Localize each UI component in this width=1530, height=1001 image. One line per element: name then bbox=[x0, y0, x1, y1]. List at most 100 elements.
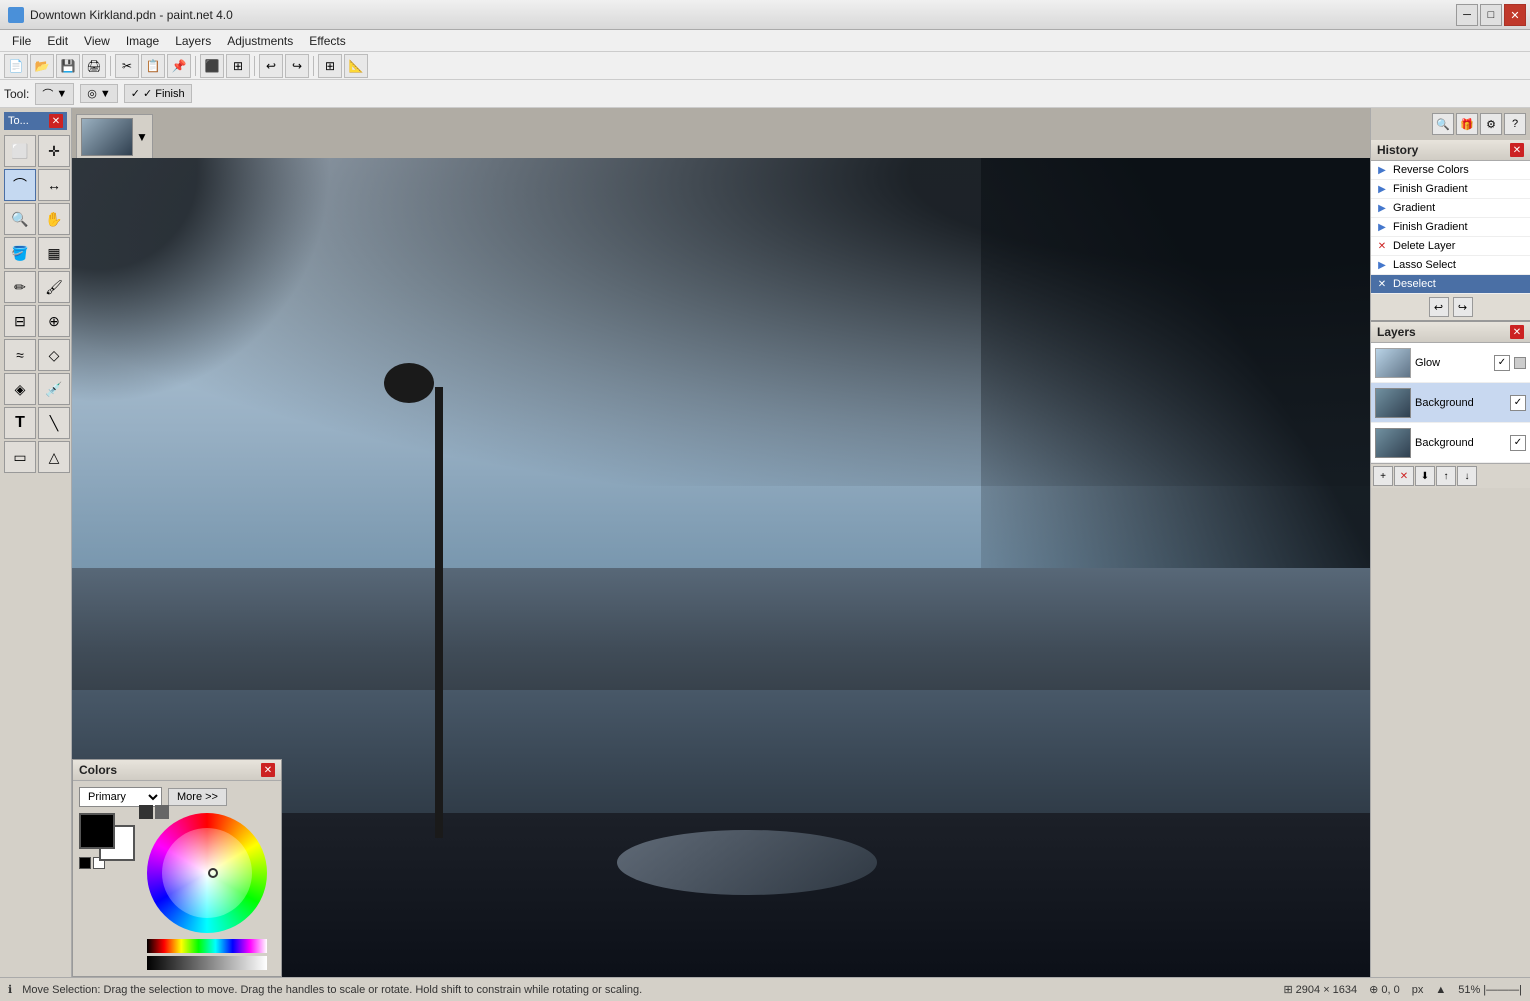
menu-effects[interactable]: Effects bbox=[301, 32, 353, 50]
colors-close-button[interactable]: ✕ bbox=[261, 763, 275, 777]
cut-button[interactable]: ✂ bbox=[115, 54, 139, 78]
print-button[interactable]: 🖨 bbox=[82, 54, 106, 78]
finish-button[interactable]: ✓ ✓ Finish bbox=[124, 84, 192, 103]
history-item[interactable]: ▶ Finish Gradient bbox=[1371, 180, 1530, 199]
history-panel: History ✕ ▶ Reverse Colors ▶ Finish Grad… bbox=[1371, 140, 1530, 321]
sharpen-tool[interactable]: ◇ bbox=[38, 339, 70, 371]
history-item[interactable]: ▶ Gradient bbox=[1371, 199, 1530, 218]
eraser-tool[interactable]: ⊟ bbox=[4, 305, 36, 337]
reset-colors-button[interactable] bbox=[155, 805, 169, 819]
delete-layer-button[interactable]: ✕ bbox=[1394, 466, 1414, 486]
recolor-tool[interactable]: ◈ bbox=[4, 373, 36, 405]
move-selection-tool[interactable]: ↔ bbox=[38, 169, 70, 201]
tools-panel-close[interactable]: ✕ bbox=[49, 114, 63, 128]
move-layer-down-button[interactable]: ↓ bbox=[1457, 466, 1477, 486]
pencil-tool[interactable]: ✏ bbox=[4, 271, 36, 303]
open-file-button[interactable]: 📂 bbox=[30, 54, 54, 78]
close-button[interactable]: ✕ bbox=[1504, 4, 1526, 26]
dimensions-value: 2904 × 1634 bbox=[1296, 984, 1357, 996]
history-item-label: Lasso Select bbox=[1393, 259, 1456, 271]
layer-item-glow[interactable]: Glow ✓ bbox=[1371, 343, 1530, 383]
rectangle-select-tool[interactable]: ⬜ bbox=[4, 135, 36, 167]
right-gift-btn[interactable]: 🎁 bbox=[1456, 113, 1478, 135]
layers-close-button[interactable]: ✕ bbox=[1510, 325, 1524, 339]
history-item-label: Delete Layer bbox=[1393, 240, 1455, 252]
color-hue-bar[interactable] bbox=[147, 939, 267, 953]
paintbrush-tool[interactable]: 🖌 bbox=[38, 271, 70, 303]
clone-stamp-tool[interactable]: ⊕ bbox=[38, 305, 70, 337]
layer-visibility-bg2[interactable]: ✓ bbox=[1510, 435, 1526, 451]
copy-button[interactable]: 📋 bbox=[141, 54, 165, 78]
freeform-shape-tool[interactable]: △ bbox=[38, 441, 70, 473]
history-item[interactable]: ▶ Reverse Colors bbox=[1371, 161, 1530, 180]
layer-item-background-1[interactable]: Background ✓ bbox=[1371, 383, 1530, 423]
zoom-slider[interactable]: |———| bbox=[1483, 984, 1522, 996]
resize-button[interactable]: ⊞ bbox=[226, 54, 250, 78]
history-item-lasso[interactable]: ▶ Lasso Select bbox=[1371, 256, 1530, 275]
menu-view[interactable]: View bbox=[76, 32, 118, 50]
black-swatch[interactable] bbox=[79, 857, 91, 869]
history-item-label: Finish Gradient bbox=[1393, 183, 1468, 195]
lasso-select-tool[interactable]: ⌒ bbox=[4, 169, 36, 201]
menu-file[interactable]: File bbox=[4, 32, 39, 50]
color-mode-selector[interactable]: Primary Secondary bbox=[79, 787, 162, 807]
color-picker-tool[interactable]: 💉 bbox=[38, 373, 70, 405]
right-settings-btn[interactable]: ⚙ bbox=[1480, 113, 1502, 135]
maximize-button[interactable]: □ bbox=[1480, 4, 1502, 26]
new-file-button[interactable]: 📄 bbox=[4, 54, 28, 78]
menu-layers[interactable]: Layers bbox=[167, 32, 219, 50]
toolbar-separator-2 bbox=[195, 56, 196, 76]
color-wheel-cursor bbox=[208, 868, 218, 878]
canvas-tab[interactable]: ▼ bbox=[76, 114, 153, 158]
paste-button[interactable]: 📌 bbox=[167, 54, 191, 78]
grid-button[interactable]: ⊞ bbox=[318, 54, 342, 78]
more-colors-button[interactable]: More >> bbox=[168, 788, 227, 806]
menu-image[interactable]: Image bbox=[118, 32, 167, 50]
add-layer-button[interactable]: + bbox=[1373, 466, 1393, 486]
tab-thumbnail bbox=[81, 118, 133, 156]
crop-button[interactable]: ⬛ bbox=[200, 54, 224, 78]
zoom-tool[interactable]: 🔍 bbox=[4, 203, 36, 235]
layer-visibility-glow[interactable]: ✓ bbox=[1494, 355, 1510, 371]
layer-visibility-bg1[interactable]: ✓ bbox=[1510, 395, 1526, 411]
undo-button[interactable]: ↩ bbox=[259, 54, 283, 78]
tab-dropdown-icon[interactable]: ▼ bbox=[136, 130, 148, 144]
history-item[interactable]: ✕ Delete Layer bbox=[1371, 237, 1530, 256]
color-wheel[interactable] bbox=[147, 813, 267, 933]
gradient-tool[interactable]: ▦ bbox=[38, 237, 70, 269]
minimize-button[interactable]: ─ bbox=[1456, 4, 1478, 26]
pan-tool[interactable]: ✋ bbox=[38, 203, 70, 235]
save-file-button[interactable]: 💾 bbox=[56, 54, 80, 78]
move-layer-up-button[interactable]: ↑ bbox=[1436, 466, 1456, 486]
move-tool[interactable]: ✛ bbox=[38, 135, 70, 167]
swap-colors-button[interactable] bbox=[139, 805, 153, 819]
history-close-button[interactable]: ✕ bbox=[1510, 143, 1524, 157]
history-item[interactable]: ▶ Finish Gradient bbox=[1371, 218, 1530, 237]
tool-options-bar: Tool: ⌒ ▼ ◎ ▼ ✓ ✓ Finish bbox=[0, 80, 1530, 108]
right-help-btn[interactable]: ? bbox=[1504, 113, 1526, 135]
right-search-btn[interactable]: 🔍 bbox=[1432, 113, 1454, 135]
layer-thumbnail-bg1 bbox=[1375, 388, 1411, 418]
redo-button[interactable]: ↪ bbox=[285, 54, 309, 78]
aa-dropdown-icon: ▼ bbox=[100, 88, 111, 100]
history-title: History bbox=[1377, 143, 1418, 157]
right-top-toolbar: 🔍 🎁 ⚙ ? bbox=[1371, 108, 1530, 140]
text-tool[interactable]: T bbox=[4, 407, 36, 439]
layer-item-background-2[interactable]: Background ✓ bbox=[1371, 423, 1530, 463]
ruler-button[interactable]: 📐 bbox=[344, 54, 368, 78]
merge-down-button[interactable]: ⬇ bbox=[1415, 466, 1435, 486]
line-tool[interactable]: ╲ bbox=[38, 407, 70, 439]
history-item-deselect[interactable]: ✕ Deselect bbox=[1371, 275, 1530, 294]
layer-name-bg2: Background bbox=[1415, 437, 1506, 449]
menu-edit[interactable]: Edit bbox=[39, 32, 76, 50]
smudge-tool[interactable]: ≈ bbox=[4, 339, 36, 371]
shape-tool[interactable]: ▭ bbox=[4, 441, 36, 473]
color-gray-bar[interactable] bbox=[147, 956, 267, 970]
foreground-color-swatch[interactable] bbox=[79, 813, 115, 849]
tool-selector[interactable]: ⌒ ▼ bbox=[35, 83, 74, 105]
history-redo-button[interactable]: ↪ bbox=[1453, 297, 1473, 317]
history-undo-button[interactable]: ↩ bbox=[1429, 297, 1449, 317]
paint-bucket-tool[interactable]: 🪣 bbox=[4, 237, 36, 269]
antialiasing-btn[interactable]: ◎ ▼ bbox=[80, 84, 118, 103]
menu-adjustments[interactable]: Adjustments bbox=[219, 32, 301, 50]
